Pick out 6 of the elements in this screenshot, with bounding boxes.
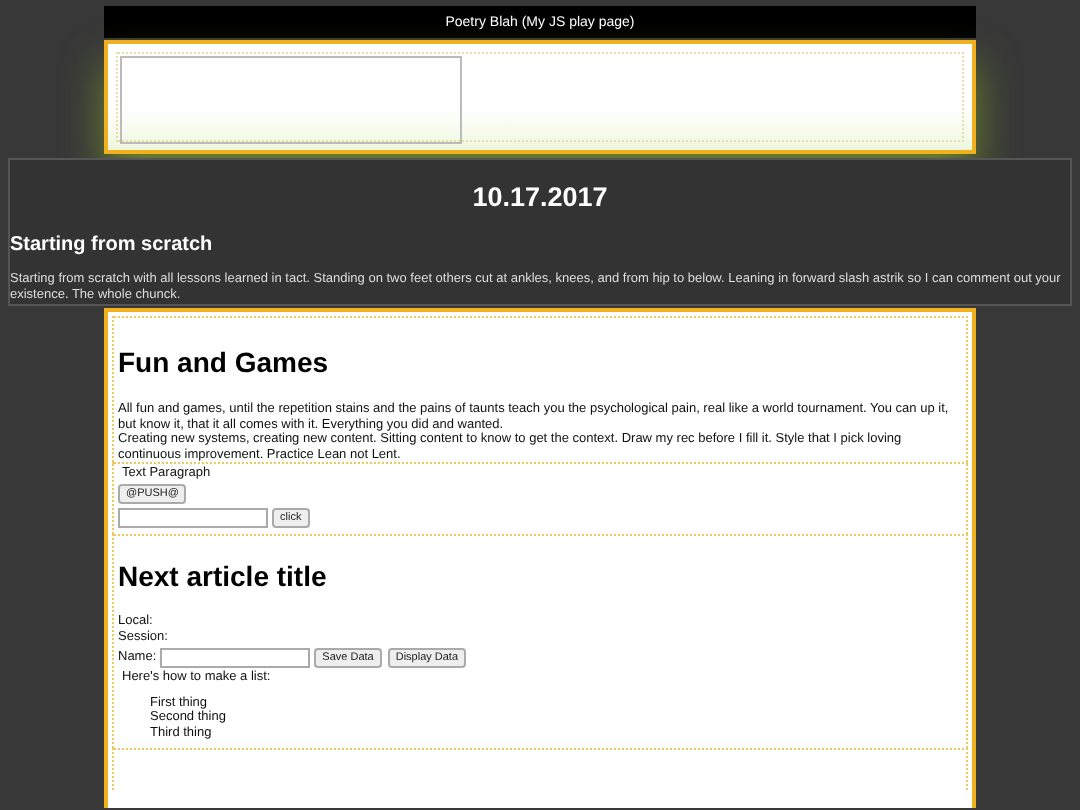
input-field[interactable] — [118, 508, 268, 529]
name-field[interactable] — [160, 647, 311, 668]
date-heading: 10.17.2017 — [470, 180, 610, 212]
article-title: Next article title — [118, 558, 329, 597]
banner-heading: Starting from scratch — [10, 234, 215, 256]
article-title: Fun and Games — [118, 344, 331, 382]
